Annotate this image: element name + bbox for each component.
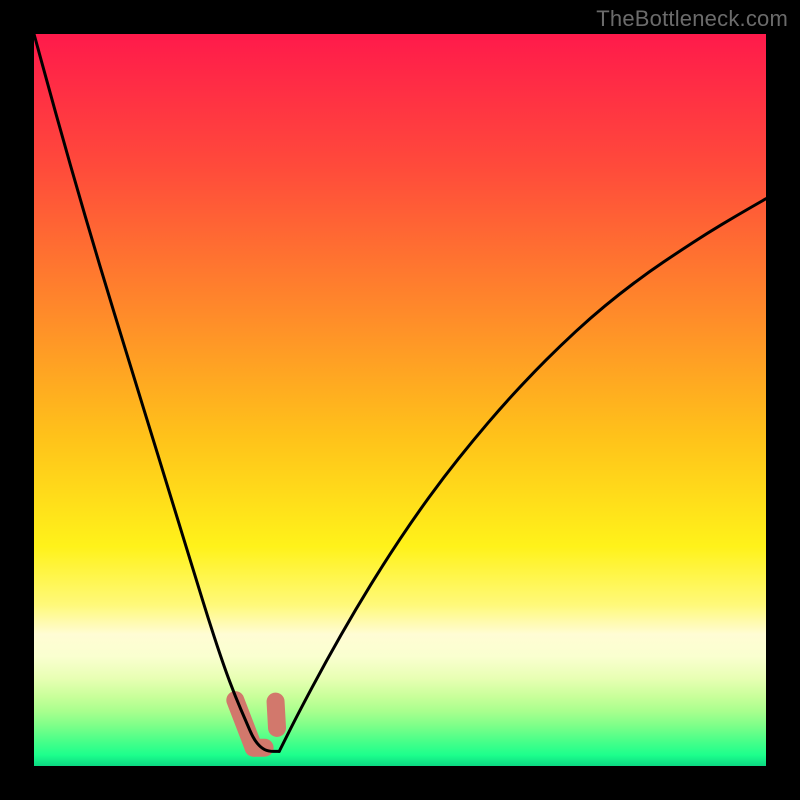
gradient-background [34,34,766,766]
chart-canvas: TheBottleneck.com [0,0,800,800]
plot-area [34,34,766,766]
plot-svg [34,34,766,766]
watermark-label: TheBottleneck.com [596,6,788,32]
